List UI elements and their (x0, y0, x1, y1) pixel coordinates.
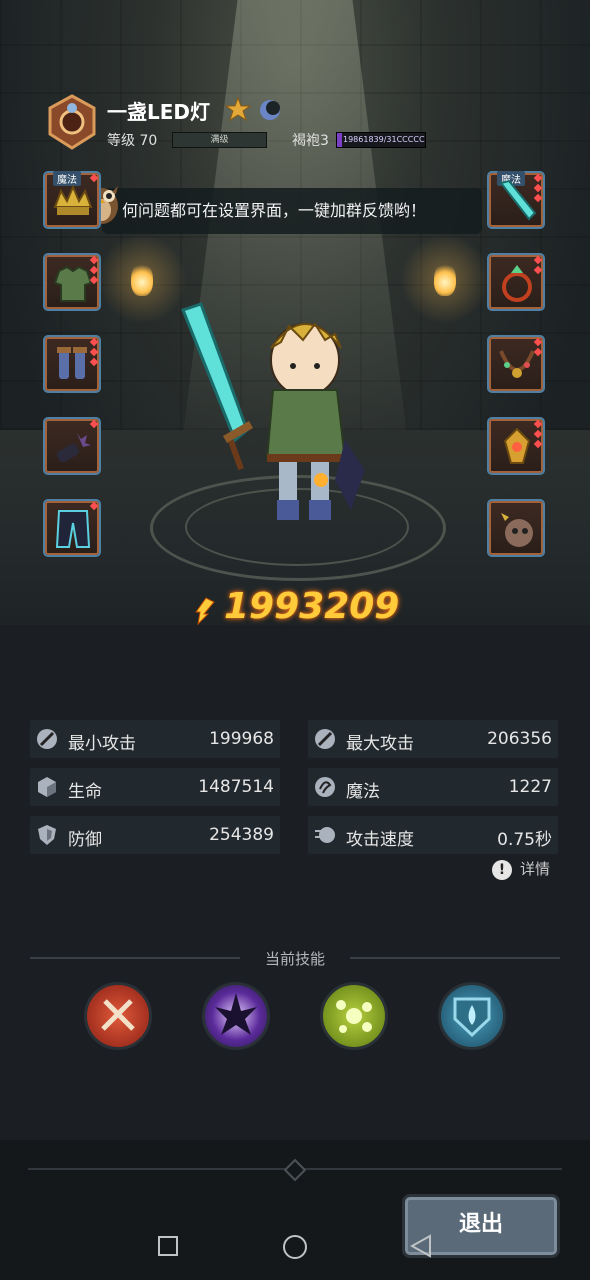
equip-slot-amulet[interactable] (487, 417, 545, 475)
dark-burst-icon (215, 993, 257, 1035)
equip-slot-boots[interactable] (43, 335, 101, 393)
level-bar: 满级 (172, 132, 267, 148)
torch-left-icon (131, 262, 153, 296)
necklace-icon (499, 350, 535, 378)
skills-divider-right (350, 957, 560, 959)
skill-dark-burst[interactable] (202, 982, 270, 1050)
stat-label: 魔法 (346, 782, 380, 802)
pants-icon (55, 510, 91, 548)
cube-hp-icon (38, 777, 56, 797)
stat-max-attack: 最大攻击 206356 (308, 720, 558, 758)
equip-slot-necklace[interactable] (487, 335, 545, 393)
stat-defense: 防御 254389 (30, 816, 280, 854)
recent-apps-icon[interactable] (158, 1236, 178, 1256)
shield-defense-icon (38, 825, 56, 845)
combat-power-value: 1993209 (224, 586, 400, 627)
stat-value: 254389 (209, 825, 274, 845)
stat-label: 生命 (68, 782, 102, 802)
stat-label: 防御 (68, 830, 102, 850)
swirl-mp-icon (315, 777, 335, 797)
detail-label: 详情 (520, 860, 551, 878)
equip-slot-armor[interactable] (43, 253, 101, 311)
sword-icon (499, 179, 537, 221)
stat-attack-speed: 攻击速度 0.75秒 (308, 816, 558, 854)
sword-stat-icon (37, 729, 57, 749)
helmet-icon (53, 184, 93, 215)
skill-water-shield[interactable] (438, 982, 506, 1050)
stat-value: 0.75秒 (497, 830, 552, 850)
exclamation-icon: ! (492, 860, 512, 880)
stat-value: 1227 (508, 777, 552, 797)
player-name: 一盏LED灯 (107, 100, 211, 124)
stat-min-attack: 最小攻击 199968 (30, 720, 280, 758)
stat-label: 攻击速度 (346, 830, 414, 850)
pet-icon (501, 513, 533, 547)
hero-character (181, 302, 365, 520)
speed-icon (315, 827, 335, 843)
equip-slot-weapon[interactable]: 魔法 (487, 171, 545, 229)
equip-slot-gloves[interactable] (43, 417, 101, 475)
stat-mp: 魔法 1227 (308, 768, 558, 806)
separator-ornament (283, 1158, 307, 1182)
robe-progress-text: 19861839/31CCCCC0 (343, 135, 426, 144)
equip-slot-ring[interactable] (487, 253, 545, 311)
robe-progress-bar: 19861839/31CCCCC0 (336, 132, 426, 148)
green-orbs-icon (336, 1000, 372, 1033)
level-label: 等级 70 (107, 133, 158, 149)
stat-value: 206356 (487, 729, 552, 749)
power-icon (195, 597, 215, 626)
stat-label: 最大攻击 (346, 734, 414, 754)
robe-label: 褐袍3 (292, 133, 329, 149)
amulet-icon (503, 427, 531, 464)
equip-slot-pet[interactable] (487, 499, 545, 557)
equip-slot-helmet[interactable]: 魔法 (43, 171, 101, 229)
ring-icon (502, 265, 532, 302)
sword-stat-icon (315, 729, 335, 749)
armor-icon (53, 265, 93, 302)
skill-green-orbs[interactable] (320, 982, 388, 1050)
rank-emblem-icon[interactable] (44, 94, 100, 150)
home-icon[interactable] (283, 1235, 307, 1259)
sun-badge-icon[interactable] (225, 97, 251, 123)
moon-badge-icon[interactable] (258, 98, 282, 122)
stat-label: 最小攻击 (68, 734, 136, 754)
stat-hp: 生命 1487514 (30, 768, 280, 806)
torch-right-icon (434, 262, 456, 296)
stat-value: 199968 (209, 729, 274, 749)
stat-value: 1487514 (198, 777, 274, 797)
back-icon[interactable] (410, 1234, 432, 1258)
skill-crossed-axes[interactable] (84, 982, 152, 1050)
water-shield-icon (453, 997, 491, 1038)
level-bar-text: 满级 (210, 135, 229, 145)
detail-button[interactable]: ! 详情 (492, 858, 550, 880)
tip-banner: 何问题都可在设置界面，一键加群反馈哟！ (102, 188, 482, 234)
crossed-axes-icon (101, 999, 135, 1031)
boots-icon (57, 347, 87, 379)
gloves-icon (56, 433, 91, 463)
equip-slot-pants[interactable] (43, 499, 101, 557)
